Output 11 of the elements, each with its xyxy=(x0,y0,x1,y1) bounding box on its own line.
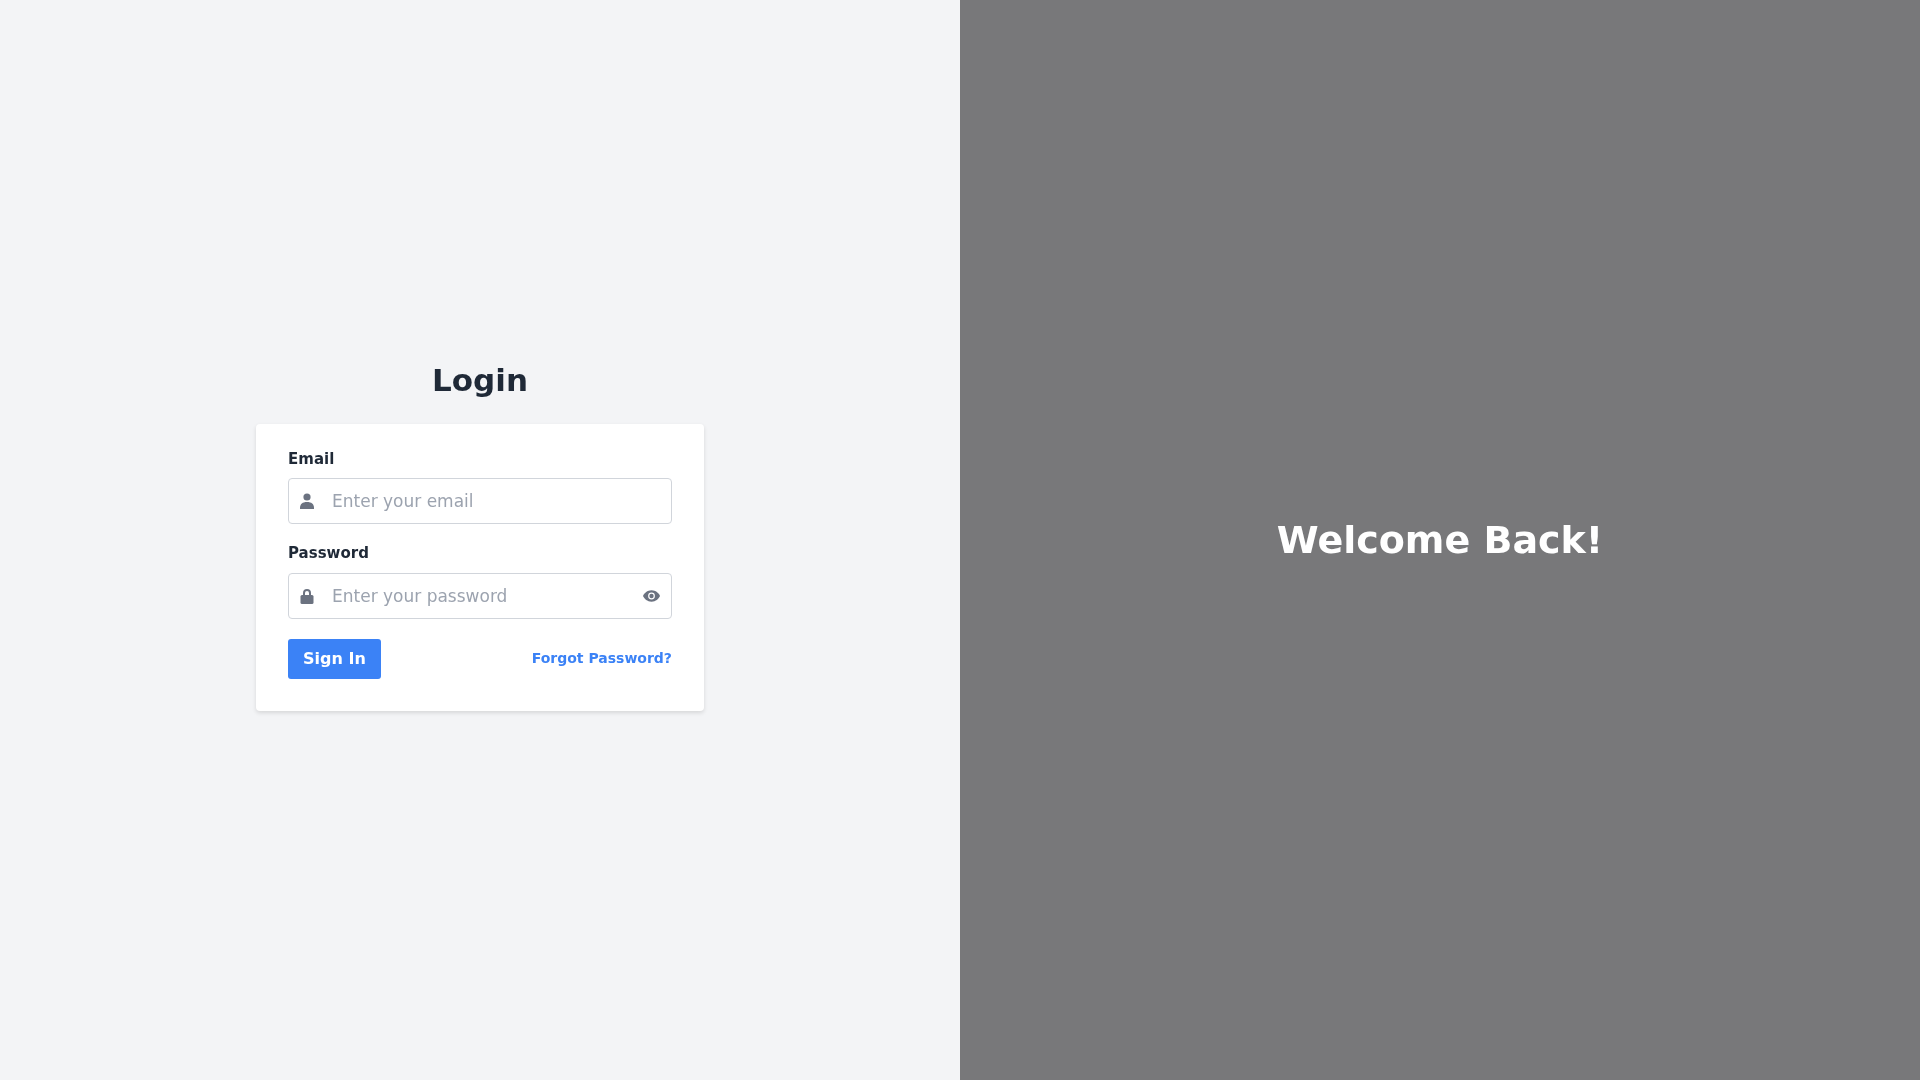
welcome-heading: Welcome Back! xyxy=(1276,516,1604,564)
lock-icon xyxy=(300,587,314,604)
email-field[interactable]: Enter your email xyxy=(288,478,672,524)
field-label: Email xyxy=(288,448,335,470)
login-title: Login xyxy=(432,360,528,400)
eye-icon[interactable] xyxy=(643,589,660,602)
field-label: Password xyxy=(288,543,369,564)
user-icon xyxy=(300,493,314,509)
forgot-password-link[interactable]: Forgot Password? xyxy=(531,648,672,669)
sign-in-button[interactable]: Sign In xyxy=(288,638,381,679)
password-field[interactable]: Enter your password xyxy=(288,572,672,619)
